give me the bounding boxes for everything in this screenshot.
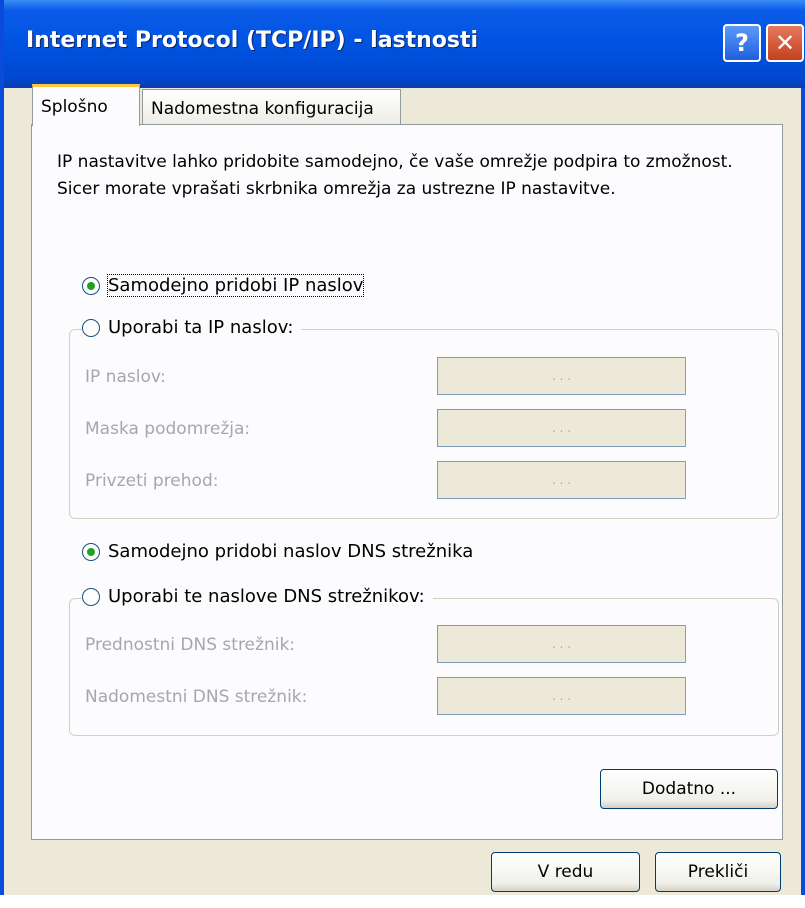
ip-address-label: IP naslov: — [85, 367, 166, 387]
radio-button-checked[interactable] — [82, 542, 100, 561]
tab-splosno[interactable]: Splošno — [32, 84, 140, 126]
radio-button-unchecked[interactable] — [82, 587, 100, 606]
description-text: IP nastavitve lahko pridobite samodejno,… — [57, 152, 733, 199]
default-gateway-input[interactable]: . . . — [437, 461, 686, 499]
cancel-button[interactable]: Prekliči — [655, 852, 781, 892]
radio-button-checked[interactable] — [82, 276, 100, 295]
alternate-dns-label: Nadomestni DNS strežnik: — [85, 687, 308, 707]
radio-manual-ip[interactable]: Uporabi ta IP naslov: — [82, 317, 302, 338]
close-icon: ✕ — [774, 29, 796, 57]
preferred-dns-label: Prednostni DNS strežnik: — [85, 635, 296, 655]
close-button[interactable]: ✕ — [766, 24, 804, 62]
radio-auto-dns[interactable]: Samodejno pridobi naslov DNS strežnika — [82, 541, 473, 562]
radio-auto-ip[interactable]: Samodejno pridobi IP naslov — [82, 274, 365, 297]
radio-manual-ip-label: Uporabi ta IP naslov: — [108, 317, 294, 338]
default-gateway-label: Privzeti prehod: — [85, 471, 219, 491]
tab-panel-general: IP nastavitve lahko pridobite samodejno,… — [31, 124, 783, 840]
radio-manual-dns-label: Uporabi te naslove DNS strežnikov: — [108, 586, 425, 607]
tab-nadomestna-konfiguracija[interactable]: Nadomestna konfiguracija — [142, 89, 401, 127]
radio-auto-dns-label: Samodejno pridobi naslov DNS strežnika — [108, 541, 474, 562]
alternate-dns-input[interactable]: . . . — [437, 677, 686, 715]
ok-button[interactable]: V redu — [491, 852, 640, 892]
radio-auto-ip-label: Samodejno pridobi IP naslov — [106, 274, 365, 297]
subnet-mask-label: Maska podomrežja: — [85, 419, 251, 439]
window-title: Internet Protocol (TCP/IP) - lastnosti — [26, 28, 479, 53]
radio-manual-dns[interactable]: Uporabi te naslove DNS strežnikov: — [82, 586, 433, 607]
dialog-window: Internet Protocol (TCP/IP) - lastnosti ?… — [0, 0, 805, 895]
help-button[interactable]: ? — [723, 24, 761, 62]
advanced-button[interactable]: Dodatno ... — [600, 769, 778, 809]
dns-server-group — [69, 598, 779, 736]
radio-button-unchecked[interactable] — [82, 318, 100, 337]
title-bar[interactable]: Internet Protocol (TCP/IP) - lastnosti ?… — [4, 0, 805, 88]
preferred-dns-input[interactable]: . . . — [437, 625, 686, 663]
subnet-mask-input[interactable]: . . . — [437, 409, 686, 447]
ip-address-input[interactable]: . . . — [437, 357, 686, 395]
